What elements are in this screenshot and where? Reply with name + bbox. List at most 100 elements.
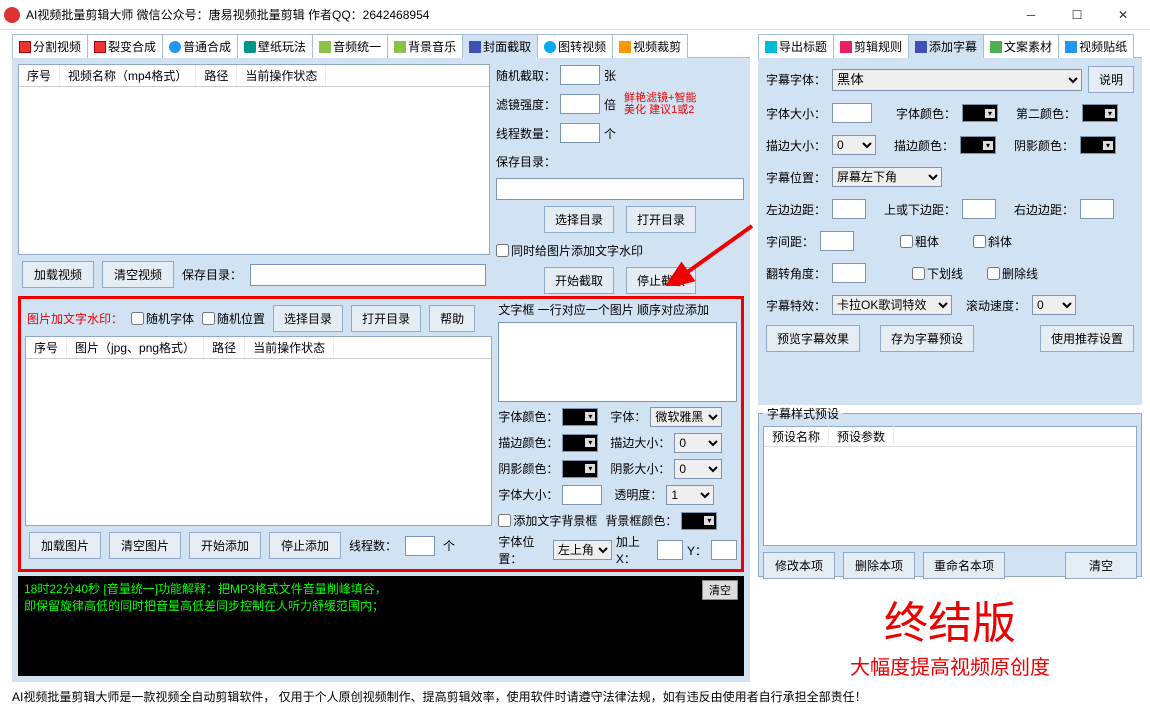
left-tabs: 分割视频裂变合成普通合成壁纸玩法音频统一背景音乐封面截取图转视频视频裁剪 <box>12 34 750 58</box>
tab-音频统一[interactable]: 音频统一 <box>312 34 388 58</box>
wm-select-dir-button[interactable]: 选择目录 <box>273 305 343 332</box>
sub-font-select[interactable]: 黑体 <box>832 69 1082 91</box>
recommend-button[interactable]: 使用推荐设置 <box>1040 325 1134 352</box>
addy-input[interactable] <box>711 540 737 560</box>
stop-add-button[interactable]: 停止添加 <box>269 532 341 559</box>
stroke-color-picker[interactable]: ▾ <box>562 434 598 452</box>
preview-subtitle-button[interactable]: 预览字幕效果 <box>766 325 860 352</box>
clear-image-button[interactable]: 清空图片 <box>109 532 181 559</box>
font-color-picker[interactable]: ▾ <box>562 408 598 426</box>
tab-背景音乐[interactable]: 背景音乐 <box>387 34 463 58</box>
tab-壁纸玩法[interactable]: 壁纸玩法 <box>237 34 313 58</box>
tab-icon <box>244 41 256 53</box>
tab-icon <box>1065 41 1077 53</box>
tab-图转视频[interactable]: 图转视频 <box>537 34 613 58</box>
tab-剪辑规则[interactable]: 剪辑规则 <box>833 34 909 58</box>
video-table[interactable]: 序号视频名称（mp4格式）路径当前操作状态 <box>18 64 490 255</box>
tab-icon <box>319 41 331 53</box>
footer-text: AI视频批量剪辑大师是一款视频全自动剪辑软件， 仅用于个人原创视频制作、提高剪辑… <box>0 680 1150 705</box>
shadow-size-select[interactable]: 0 <box>674 459 722 479</box>
tab-icon <box>915 41 927 53</box>
sub-pos-select[interactable]: 屏幕左下角 <box>832 167 942 187</box>
promo-text: 终结版 大幅度提高视频原创度 <box>758 587 1142 680</box>
tab-icon <box>169 41 181 53</box>
font-select[interactable]: 微软雅黑 <box>650 407 722 427</box>
sub-stroke-color-picker[interactable]: ▾ <box>960 136 996 154</box>
clear-video-button[interactable]: 清空视频 <box>102 261 174 288</box>
image-table[interactable]: 序号图片（jpg、png格式）路径当前操作状态 <box>25 336 492 526</box>
tab-视频裁剪[interactable]: 视频裁剪 <box>612 34 688 58</box>
tab-icon <box>765 41 777 53</box>
underline-checkbox[interactable] <box>912 267 925 280</box>
italic-checkbox[interactable] <box>973 235 986 248</box>
stroke-size-select[interactable]: 0 <box>674 433 722 453</box>
sub-color-picker[interactable]: ▾ <box>962 104 998 122</box>
pos-select[interactable]: 左上角 <box>553 540 612 560</box>
watermark-text-input[interactable] <box>498 322 737 402</box>
shadow-color-picker[interactable]: ▾ <box>562 460 598 478</box>
tab-普通合成[interactable]: 普通合成 <box>162 34 238 58</box>
spacing-input[interactable] <box>820 231 854 251</box>
start-add-button[interactable]: 开始添加 <box>189 532 261 559</box>
clear-preset-button[interactable]: 清空 <box>1065 552 1137 579</box>
log-clear-button[interactable]: 清空 <box>702 580 738 600</box>
filter-input[interactable] <box>560 94 600 114</box>
margin-right-input[interactable] <box>1080 199 1114 219</box>
font-size-input[interactable] <box>562 485 602 505</box>
sub-shadow-color-picker[interactable]: ▾ <box>1080 136 1116 154</box>
rotate-input[interactable] <box>832 263 866 283</box>
tab-icon <box>94 41 106 53</box>
maximize-button[interactable]: ☐ <box>1054 0 1100 30</box>
margin-top-input[interactable] <box>962 199 996 219</box>
tab-导出标题[interactable]: 导出标题 <box>758 34 834 58</box>
tab-视频贴纸[interactable]: 视频贴纸 <box>1058 34 1134 58</box>
add-watermark-checkbox[interactable] <box>496 244 509 257</box>
tab-分割视频[interactable]: 分割视频 <box>12 34 88 58</box>
rand-font-checkbox[interactable] <box>131 312 144 325</box>
window-title: AI视频批量剪辑大师 微信公众号：唐易视频批量剪辑 作者QQ：264246895… <box>26 6 429 23</box>
sub-size-input[interactable] <box>832 103 872 123</box>
threads-input[interactable] <box>560 123 600 143</box>
tab-icon <box>19 41 31 53</box>
tab-封面截取[interactable]: 封面截取 <box>462 34 538 58</box>
sub-color2-picker[interactable]: ▾ <box>1082 104 1118 122</box>
open-dir-button[interactable]: 打开目录 <box>626 206 696 233</box>
wm-title: 图片加文字水印： <box>27 310 123 327</box>
wm-help-button[interactable]: 帮助 <box>429 305 475 332</box>
preset-table[interactable]: 预设名称预设参数 <box>763 426 1137 546</box>
rand-capture-input[interactable] <box>560 65 600 85</box>
add-bg-checkbox[interactable] <box>498 514 511 527</box>
start-capture-button[interactable]: 开始截取 <box>544 267 614 294</box>
opacity-select[interactable]: 1 <box>666 485 714 505</box>
wm-threads-input[interactable] <box>405 536 435 556</box>
tab-icon <box>619 41 631 53</box>
load-video-button[interactable]: 加载视频 <box>22 261 94 288</box>
sub-stroke-select[interactable]: 0 <box>832 135 876 155</box>
minimize-button[interactable]: ─ <box>1008 0 1054 30</box>
select-dir-button[interactable]: 选择目录 <box>544 206 614 233</box>
bg-color-picker[interactable]: ▾ <box>681 512 717 530</box>
explain-button[interactable]: 说明 <box>1088 66 1134 93</box>
save-preset-button[interactable]: 存为字幕预设 <box>880 325 974 352</box>
rand-pos-checkbox[interactable] <box>202 312 215 325</box>
delete-preset-button[interactable]: 删除本项 <box>843 552 915 579</box>
edit-preset-button[interactable]: 修改本项 <box>763 552 835 579</box>
bold-checkbox[interactable] <box>900 235 913 248</box>
cover-savedir-input[interactable] <box>496 178 744 200</box>
wm-open-dir-button[interactable]: 打开目录 <box>351 305 421 332</box>
fx-select[interactable]: 卡拉OK歌词特效 <box>832 295 952 315</box>
stop-capture-button[interactable]: 停止截取 <box>626 267 696 294</box>
savedir-input[interactable] <box>250 264 486 286</box>
load-image-button[interactable]: 加载图片 <box>29 532 101 559</box>
tab-裂变合成[interactable]: 裂变合成 <box>87 34 163 58</box>
close-button[interactable]: ✕ <box>1100 0 1146 30</box>
tab-添加字幕[interactable]: 添加字幕 <box>908 34 984 58</box>
strike-checkbox[interactable] <box>987 267 1000 280</box>
rename-preset-button[interactable]: 重命名本项 <box>923 552 1005 579</box>
addx-input[interactable] <box>657 540 683 560</box>
tab-文案素材[interactable]: 文案素材 <box>983 34 1059 58</box>
tab-icon <box>544 41 556 53</box>
tab-icon <box>840 41 852 53</box>
margin-left-input[interactable] <box>832 199 866 219</box>
speed-select[interactable]: 0 <box>1032 295 1076 315</box>
